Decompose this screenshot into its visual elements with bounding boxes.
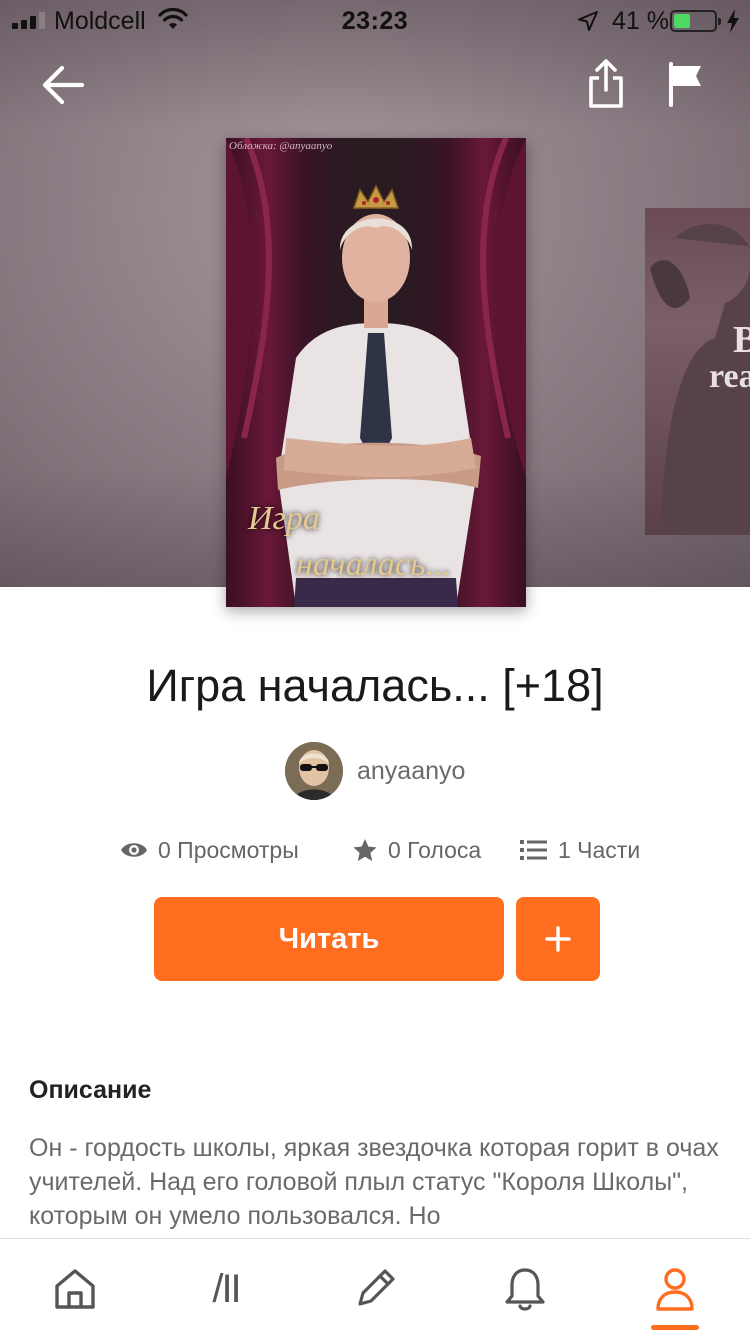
avatar: [285, 742, 343, 800]
tab-profile[interactable]: [645, 1263, 705, 1315]
story-title: Игра началась... [+18]: [146, 660, 604, 711]
report-button[interactable]: [664, 60, 708, 110]
add-to-library-button[interactable]: [516, 897, 600, 981]
battery-level-fill: [674, 14, 690, 28]
views-count: 0 Просмотры: [158, 836, 299, 863]
status-bar: Moldcell 23:23 41 %: [0, 0, 750, 40]
eye-icon: [121, 843, 147, 857]
read-button[interactable]: Читать: [154, 897, 504, 981]
plus-icon: [545, 926, 571, 952]
votes-stat: 0 Голоса: [352, 832, 481, 868]
share-button[interactable]: [584, 58, 628, 110]
flag-icon: [669, 62, 701, 107]
description-heading: Описание: [29, 1076, 152, 1104]
author-name: anyaanyo: [357, 756, 466, 785]
home-icon: [55, 1269, 95, 1309]
arrow-left-icon: [42, 65, 85, 105]
tab-notifications[interactable]: [495, 1263, 555, 1315]
star-icon: [353, 838, 377, 861]
tab-home[interactable]: [45, 1263, 105, 1315]
cover-title-line-2: началась...: [296, 546, 451, 583]
next-cover-text-1: B: [733, 319, 750, 361]
parts-stat: 1 Части: [520, 832, 640, 868]
pencil-icon: [358, 1269, 395, 1306]
tab-write[interactable]: [345, 1263, 405, 1315]
active-tab-indicator: [651, 1325, 699, 1330]
battery-percentage: 41 %: [612, 7, 669, 35]
description-text: Он - гордость школы, яркая звездочка кот…: [29, 1134, 719, 1230]
battery-icon: [670, 10, 721, 32]
next-book-cover[interactable]: B rea: [645, 208, 750, 535]
bottom-tab-bar: /II: [0, 1238, 750, 1334]
author-link[interactable]: anyaanyo: [285, 741, 465, 801]
parts-count: 1 Части: [558, 836, 641, 863]
tab-library[interactable]: /II: [196, 1263, 256, 1315]
charging-bolt-icon: [727, 9, 739, 33]
author-avatar-image: [285, 742, 343, 800]
next-cover-text-2: rea: [709, 358, 750, 395]
list-icon: [520, 840, 547, 860]
profile-icon: [656, 1268, 694, 1311]
book-cover[interactable]: Обложка: @anyaanyo Игра началась...: [226, 138, 526, 607]
share-icon: [589, 59, 623, 108]
cover-title-line-1: Игра: [248, 500, 320, 537]
votes-count: 0 Голоса: [388, 836, 482, 863]
location-arrow-icon: [578, 11, 598, 31]
story-stats: 0 Просмотры 0 Голоса 1 Части: [0, 832, 750, 868]
back-button[interactable]: [38, 60, 88, 110]
bell-icon: [505, 1268, 545, 1311]
cover-credit: Обложка: @anyaanyo: [229, 140, 333, 152]
views-stat: 0 Просмотры: [120, 832, 299, 868]
library-icon: /II: [212, 1266, 241, 1311]
